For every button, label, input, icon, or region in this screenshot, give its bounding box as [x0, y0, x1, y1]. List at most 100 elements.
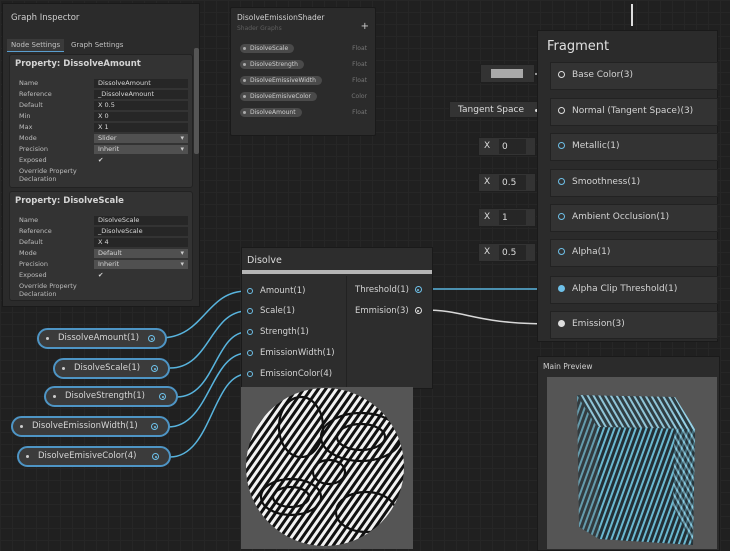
name-field[interactable]: DissolveAmount: [94, 79, 188, 88]
property-node-label: DisolveScale(1): [74, 363, 141, 373]
blackboard-title: DisolveEmissionShader: [237, 13, 325, 22]
smoothness-input[interactable]: X 0.5: [478, 173, 536, 192]
blackboard-property[interactable]: DisolveStrength: [240, 60, 304, 69]
property-node-label: DisolveEmisiveColor(4): [38, 451, 137, 461]
slot-ambient-occlusion[interactable]: Ambient Occlusion(1): [550, 204, 718, 232]
prop-label: Min: [19, 112, 31, 120]
inspector-title: Graph Inspector: [11, 13, 80, 23]
mode-dropdown[interactable]: Slider: [94, 134, 188, 143]
output-port[interactable]: [414, 307, 422, 314]
output-port[interactable]: [159, 393, 166, 400]
disolve-subgraph-node[interactable]: Disolve Amount(1) Scale(1) Strength(1) E…: [241, 247, 433, 389]
fragment-block[interactable]: Fragment Base Color(3) Normal (Tangent S…: [537, 30, 718, 342]
reference-field[interactable]: _DissolveAmount: [94, 90, 188, 99]
precision-dropdown[interactable]: Inherit: [94, 145, 188, 154]
property-node-disolve-emisive-color[interactable]: DisolveEmisiveColor(4): [17, 446, 171, 467]
blackboard-property[interactable]: DisolveAmount: [240, 108, 302, 117]
add-property-button[interactable]: +: [361, 21, 369, 32]
property-node-label: DisolveStrength(1): [65, 391, 145, 401]
main-preview-panel[interactable]: Main Preview: [537, 356, 720, 551]
property-node-disolve-scale[interactable]: DisolveScale(1): [53, 358, 170, 379]
axis-label: X: [484, 212, 491, 222]
input-port[interactable]: [247, 308, 253, 314]
output-threshold[interactable]: Threshold(1): [355, 285, 422, 295]
main-preview-viewport[interactable]: [547, 377, 717, 549]
output-port[interactable]: [148, 335, 155, 342]
alpha-input[interactable]: X 0.5: [478, 243, 536, 262]
port-label: Threshold(1): [355, 285, 409, 295]
default-field[interactable]: X 0.5: [94, 101, 188, 110]
reference-field[interactable]: _DisolveScale: [94, 227, 188, 236]
slot-smoothness[interactable]: Smoothness(1): [550, 169, 718, 197]
shader-blackboard: DisolveEmissionShader Shader Graphs + Di…: [230, 7, 376, 136]
input-strength[interactable]: Strength(1): [247, 327, 309, 337]
input-emission-width[interactable]: EmissionWidth(1): [247, 348, 335, 358]
slot-normal[interactable]: Normal (Tangent Space)(3): [550, 98, 718, 126]
slot-alpha-clip-threshold[interactable]: Alpha Clip Threshold(1): [550, 276, 718, 304]
alpha-value[interactable]: 0.5: [499, 245, 526, 260]
input-port[interactable]: [558, 213, 565, 220]
input-emission-color[interactable]: EmissionColor(4): [247, 369, 332, 379]
prop-label: Exposed: [19, 271, 47, 279]
property-node-dissolve-amount[interactable]: DissolveAmount(1): [37, 328, 167, 349]
input-port[interactable]: [247, 371, 253, 377]
occlusion-value[interactable]: 1: [499, 210, 526, 225]
name-field[interactable]: DisolveScale: [94, 216, 188, 225]
output-emission[interactable]: Emmision(3): [355, 306, 422, 316]
output-port[interactable]: [151, 365, 158, 372]
input-port[interactable]: [558, 107, 565, 114]
input-port[interactable]: [558, 142, 565, 149]
blackboard-property[interactable]: DisolveScale: [240, 44, 295, 53]
input-port[interactable]: [558, 248, 565, 255]
occlusion-input[interactable]: X1: [478, 208, 536, 227]
mode-dropdown[interactable]: Default: [94, 249, 188, 258]
smoothness-value[interactable]: 0.5: [499, 175, 526, 190]
input-port[interactable]: [558, 178, 565, 185]
output-port[interactable]: [414, 286, 422, 293]
input-port[interactable]: [247, 329, 253, 335]
drag-dot: [46, 337, 49, 340]
output-port[interactable]: [151, 423, 158, 430]
default-field[interactable]: X 4: [94, 238, 188, 247]
slot-base-color[interactable]: Base Color(3): [550, 62, 718, 90]
normal-space-field[interactable]: Tangent Space: [449, 101, 542, 118]
prop-label: Exposed: [19, 156, 47, 164]
base-color-swatch[interactable]: [491, 69, 523, 78]
input-amount[interactable]: Amount(1): [247, 286, 305, 296]
input-port[interactable]: [247, 350, 253, 356]
metallic-value[interactable]: 0: [499, 139, 526, 154]
inspector-scrollbar[interactable]: [194, 42, 199, 302]
base-color-swatch-box[interactable]: [480, 64, 535, 83]
min-field[interactable]: X 0: [94, 112, 188, 121]
main-preview-title: Main Preview: [543, 362, 593, 371]
input-port[interactable]: [247, 288, 253, 294]
input-port[interactable]: [558, 71, 565, 78]
axis-label: X: [484, 247, 491, 257]
tab-graph-settings[interactable]: Graph Settings: [67, 39, 127, 51]
slot-metallic[interactable]: Metallic(1): [550, 133, 718, 161]
exposed-checkbox[interactable]: ✔: [94, 271, 188, 280]
port-label: Amount(1): [260, 286, 306, 296]
node-divider: [346, 276, 347, 388]
slot-emission[interactable]: Emission(3): [550, 311, 718, 339]
slot-alpha[interactable]: Alpha(1): [550, 239, 718, 267]
max-field[interactable]: X 1: [94, 123, 188, 132]
blackboard-property[interactable]: DisolveEmisiveColor: [240, 92, 317, 101]
slot-label: Base Color(3): [572, 70, 634, 80]
port-label: Scale(1): [260, 306, 295, 316]
metallic-input[interactable]: X0: [478, 137, 536, 156]
slot-label: Normal (Tangent Space)(3): [572, 106, 694, 116]
output-port[interactable]: [152, 453, 159, 460]
precision-dropdown[interactable]: Inherit: [94, 260, 188, 269]
scroll-thumb[interactable]: [194, 48, 199, 154]
input-scale[interactable]: Scale(1): [247, 306, 295, 316]
property-node-disolve-emission-width[interactable]: DisolveEmissionWidth(1): [11, 416, 170, 437]
input-port[interactable]: [558, 285, 565, 292]
tab-node-settings[interactable]: Node Settings: [7, 39, 65, 52]
blackboard-property[interactable]: DisolveEmissiveWidth: [240, 76, 322, 85]
port-label: Emmision(3): [355, 306, 409, 316]
input-port[interactable]: [558, 320, 565, 327]
exposed-checkbox[interactable]: ✔: [94, 156, 188, 165]
fragment-title: Fragment: [547, 39, 610, 54]
property-node-disolve-strength[interactable]: DisolveStrength(1): [44, 386, 178, 407]
